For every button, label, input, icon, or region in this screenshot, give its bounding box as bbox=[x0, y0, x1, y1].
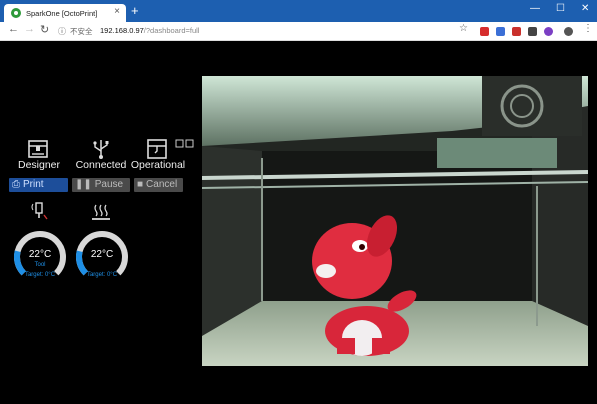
maximize-button[interactable]: ☐ bbox=[556, 3, 565, 14]
close-window-button[interactable]: ✕ bbox=[581, 3, 589, 14]
tool-target-label: Target: 0°C bbox=[24, 272, 56, 278]
pause-icon: ❚❚ bbox=[75, 179, 92, 190]
usb-icon bbox=[93, 140, 109, 159]
tool-name-label: Tool bbox=[34, 262, 46, 268]
tab-title: SparkOne [OctoPrint] bbox=[26, 8, 98, 18]
url-path: /?dashboard=full bbox=[143, 26, 200, 35]
cancel-button[interactable]: ■ Cancel bbox=[134, 178, 183, 192]
extension-badge-icon[interactable] bbox=[528, 27, 537, 36]
print-button[interactable]: ⎙ Print bbox=[9, 178, 68, 192]
fullscreen-toggle-icon[interactable] bbox=[175, 139, 195, 148]
security-label: 不安全 bbox=[70, 27, 93, 36]
tab-close-icon[interactable]: × bbox=[114, 6, 120, 17]
url-host: 192.168.0.97 bbox=[100, 26, 144, 35]
operational-printer-icon bbox=[147, 139, 167, 159]
extension-adblock-icon[interactable] bbox=[480, 27, 489, 36]
star-icon[interactable]: ☆ bbox=[459, 23, 468, 34]
minimize-button[interactable]: — bbox=[530, 3, 540, 14]
webcam-stream bbox=[202, 76, 588, 366]
print-label: Print bbox=[23, 179, 44, 190]
stop-icon: ■ bbox=[137, 179, 144, 190]
forward-icon[interactable]: → bbox=[24, 23, 35, 35]
printer-state-label: Operational bbox=[130, 159, 186, 171]
url-field[interactable]: 192.168.0.97/?dashboard=full bbox=[100, 26, 199, 35]
address-bar: ← → ↻ ⓘ 不安全 192.168.0.97/?dashboard=full… bbox=[0, 22, 597, 41]
webcam-image bbox=[202, 76, 588, 366]
heated-bed-icon bbox=[92, 204, 110, 220]
cancel-label: Cancel bbox=[146, 179, 178, 190]
new-tab-button[interactable]: + bbox=[131, 3, 139, 19]
pause-button[interactable]: ❚❚ Pause bbox=[72, 178, 130, 192]
reload-icon[interactable]: ↻ bbox=[40, 23, 49, 36]
back-icon[interactable]: ← bbox=[8, 23, 19, 35]
octoprint-favicon-icon bbox=[11, 8, 21, 18]
bed-temperature-value: 22°C bbox=[90, 249, 114, 260]
hotend-icon bbox=[31, 202, 48, 220]
extension-purple-icon[interactable] bbox=[544, 27, 553, 36]
bed-target-label: Target: 0°C bbox=[86, 272, 118, 278]
extension-red-icon[interactable] bbox=[512, 27, 521, 36]
print-icon: ⎙ bbox=[12, 179, 20, 190]
profile-avatar-icon[interactable] bbox=[564, 27, 573, 36]
profile-label: Designer bbox=[17, 159, 61, 171]
menu-icon[interactable]: ⋮ bbox=[583, 23, 593, 34]
tool-temperature-value: 22°C bbox=[28, 249, 52, 260]
browser-titlebar: SparkOne [OctoPrint] × + — ☐ ✕ bbox=[0, 0, 597, 22]
browser-tab[interactable]: SparkOne [OctoPrint] × bbox=[4, 4, 126, 22]
pause-label: Pause bbox=[94, 179, 124, 190]
connection-status-label: Connected bbox=[75, 159, 127, 171]
extension-translate-icon[interactable] bbox=[496, 27, 505, 36]
info-icon[interactable]: ⓘ bbox=[58, 26, 66, 37]
printer-profile-icon bbox=[28, 140, 48, 158]
